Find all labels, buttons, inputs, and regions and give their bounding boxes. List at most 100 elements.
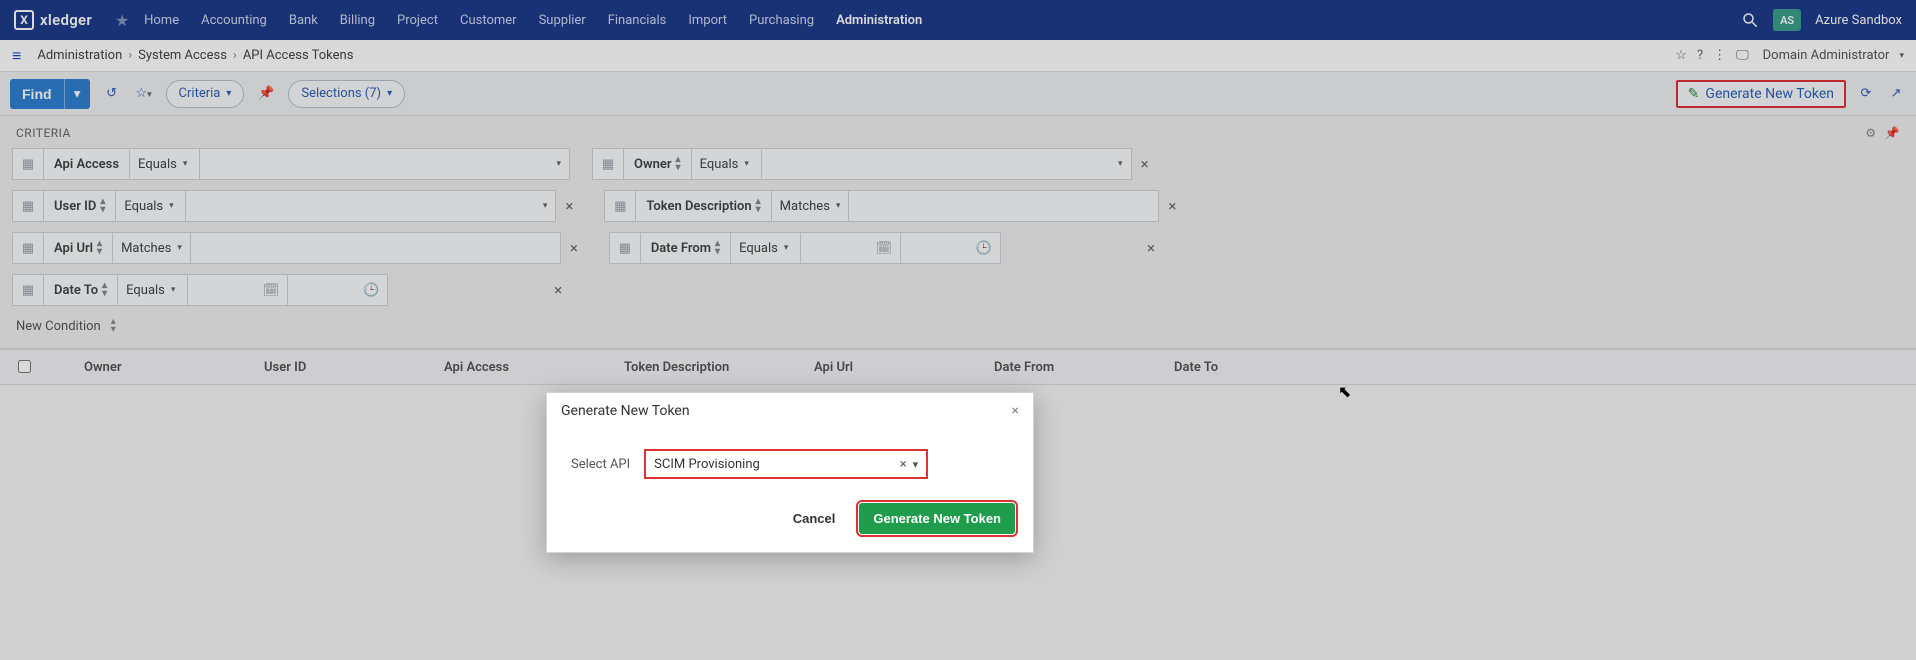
remove-cond-icon[interactable]: × [1132, 155, 1158, 173]
find-button[interactable]: Find [10, 79, 64, 109]
date-value-to[interactable]: 🕒 [288, 274, 388, 306]
chevron-down-icon[interactable]: ▾ [913, 458, 919, 471]
remove-cond-icon[interactable]: × [388, 281, 568, 299]
handle-icon[interactable]: ▦ [604, 190, 636, 222]
date-value-from[interactable]: 🗓 [801, 232, 901, 264]
chevron-down-icon[interactable]: ▾ [1899, 51, 1904, 61]
nav-administration[interactable]: Administration [836, 13, 922, 28]
search-icon[interactable] [1741, 11, 1759, 29]
nav-home[interactable]: Home [144, 13, 179, 28]
gear-icon[interactable]: ⚙ [1865, 126, 1876, 140]
cond-value[interactable]: ▾ [200, 148, 570, 180]
cond-operator[interactable]: Matches▾ [113, 232, 191, 264]
cond-operator[interactable]: Matches▾ [772, 190, 850, 222]
cond-operator[interactable]: Equals▾ [118, 274, 188, 306]
clock-icon: 🕒 [976, 241, 992, 256]
selections-chip-label: Selections (7) [301, 86, 381, 101]
col-owner[interactable]: Owner [74, 360, 254, 375]
nav-right: AS Azure Sandbox [1741, 9, 1902, 31]
clock-icon: 🕒 [363, 283, 379, 298]
breadcrumb: Administration › System Access › API Acc… [37, 48, 353, 63]
col-user-id[interactable]: User ID [254, 360, 434, 375]
calendar-icon: 🗓 [876, 241, 893, 256]
nav-financials[interactable]: Financials [608, 13, 667, 28]
nav-project[interactable]: Project [397, 13, 438, 28]
crumb-sep-icon: › [233, 48, 237, 63]
cond-value[interactable] [191, 232, 561, 264]
star-icon[interactable]: ☆▾ [134, 86, 154, 101]
selections-chip[interactable]: Selections (7) ▾ [288, 80, 405, 108]
kebab-menu-icon[interactable]: ⋮ [1713, 48, 1726, 63]
crumb-system-access[interactable]: System Access [138, 48, 227, 63]
checkbox-input[interactable] [18, 360, 31, 373]
sub-bar: ≡ Administration › System Access › API A… [0, 40, 1916, 72]
cond-label: Date To▴▾ [44, 274, 118, 306]
generate-new-token-button[interactable]: ✎ Generate New Token [1676, 80, 1846, 108]
cond-operator[interactable]: Equals▾ [116, 190, 186, 222]
col-date-to[interactable]: Date To [1164, 360, 1344, 375]
brand[interactable]: X xledger [14, 10, 92, 30]
remove-cond-icon[interactable]: × [561, 239, 587, 257]
clear-icon[interactable]: × [900, 457, 907, 472]
account-name[interactable]: Azure Sandbox [1815, 13, 1902, 28]
cond-value[interactable]: ▾ [186, 190, 556, 222]
star-outline-icon[interactable]: ☆ [1675, 48, 1687, 63]
calendar-icon: 🗓 [263, 283, 280, 298]
nav-supplier[interactable]: Supplier [539, 13, 586, 28]
cond-value[interactable] [849, 190, 1159, 222]
nav-import[interactable]: Import [688, 13, 727, 28]
cond-label: Api Url▴▾ [44, 232, 113, 264]
history-icon[interactable]: ↺ [102, 86, 122, 101]
select-all-checkbox[interactable] [14, 357, 74, 377]
nav-purchasing[interactable]: Purchasing [749, 13, 814, 28]
cond-api-url: ▦ Api Url▴▾ Matches▾ × [12, 232, 587, 264]
generate-token-submit-button[interactable]: Generate New Token [859, 503, 1015, 534]
pin-icon[interactable]: 📌 [1885, 126, 1900, 140]
hamburger-icon[interactable]: ≡ [12, 46, 21, 66]
date-value-to[interactable]: 🕒 [901, 232, 1001, 264]
find-dropdown-button[interactable]: ▾ [64, 79, 90, 109]
edit-icon: ✎ [1688, 86, 1700, 102]
nav-billing[interactable]: Billing [340, 13, 375, 28]
date-value-from[interactable]: 🗓 [188, 274, 288, 306]
popout-icon[interactable]: ↗ [1886, 86, 1906, 101]
col-api-url[interactable]: Api Url [804, 360, 984, 375]
handle-icon[interactable]: ▦ [12, 232, 44, 264]
handle-icon[interactable]: ▦ [12, 274, 44, 306]
criteria-chip[interactable]: Criteria ▾ [166, 80, 245, 108]
domain-role[interactable]: Domain Administrator [1763, 48, 1890, 63]
monitor-icon[interactable]: 🖵 [1736, 48, 1749, 63]
col-api-access[interactable]: Api Access [434, 360, 614, 375]
remove-cond-icon[interactable]: × [1001, 239, 1161, 257]
modal-footer: Cancel Generate New Token [547, 489, 1033, 552]
grid-header: Owner User ID Api Access Token Descripti… [0, 349, 1916, 385]
handle-icon[interactable]: ▦ [12, 148, 44, 180]
cond-operator[interactable]: Equals▾ [692, 148, 762, 180]
cond-operator[interactable]: Equals▾ [130, 148, 200, 180]
crumb-api-tokens[interactable]: API Access Tokens [243, 48, 354, 63]
remove-cond-icon[interactable]: × [1159, 197, 1185, 215]
crumb-administration[interactable]: Administration [37, 48, 122, 63]
remove-cond-icon[interactable]: × [556, 197, 582, 215]
nav-bank[interactable]: Bank [289, 13, 318, 28]
handle-icon[interactable]: ▦ [592, 148, 624, 180]
help-icon[interactable]: ? [1697, 48, 1703, 63]
handle-icon[interactable]: ▦ [12, 190, 44, 222]
toolbar: Find ▾ ↺ ☆▾ Criteria ▾ 📌 Selections (7) … [0, 72, 1916, 116]
avatar[interactable]: AS [1773, 9, 1801, 31]
select-api-dropdown[interactable]: SCIM Provisioning × ▾ [644, 449, 928, 479]
handle-icon[interactable]: ▦ [609, 232, 641, 264]
nav-accounting[interactable]: Accounting [201, 13, 267, 28]
criteria-row: ▦ Api Access Equals▾ ▾ ▦ Owner▴▾ Equals▾… [12, 148, 1904, 180]
top-nav: X xledger ★ Home Accounting Bank Billing… [0, 0, 1916, 40]
col-token-desc[interactable]: Token Description [614, 360, 804, 375]
col-date-from[interactable]: Date From [984, 360, 1164, 375]
pin-icon[interactable]: 📌 [256, 86, 276, 101]
favorite-star-icon[interactable]: ★ [108, 11, 136, 30]
nav-customer[interactable]: Customer [460, 13, 517, 28]
cond-operator[interactable]: Equals▾ [731, 232, 801, 264]
cond-value[interactable]: ▾ [762, 148, 1132, 180]
cancel-button[interactable]: Cancel [787, 510, 842, 527]
new-condition-button[interactable]: New Condition ▴▾ [16, 318, 116, 334]
close-icon[interactable]: × [1012, 403, 1019, 419]
